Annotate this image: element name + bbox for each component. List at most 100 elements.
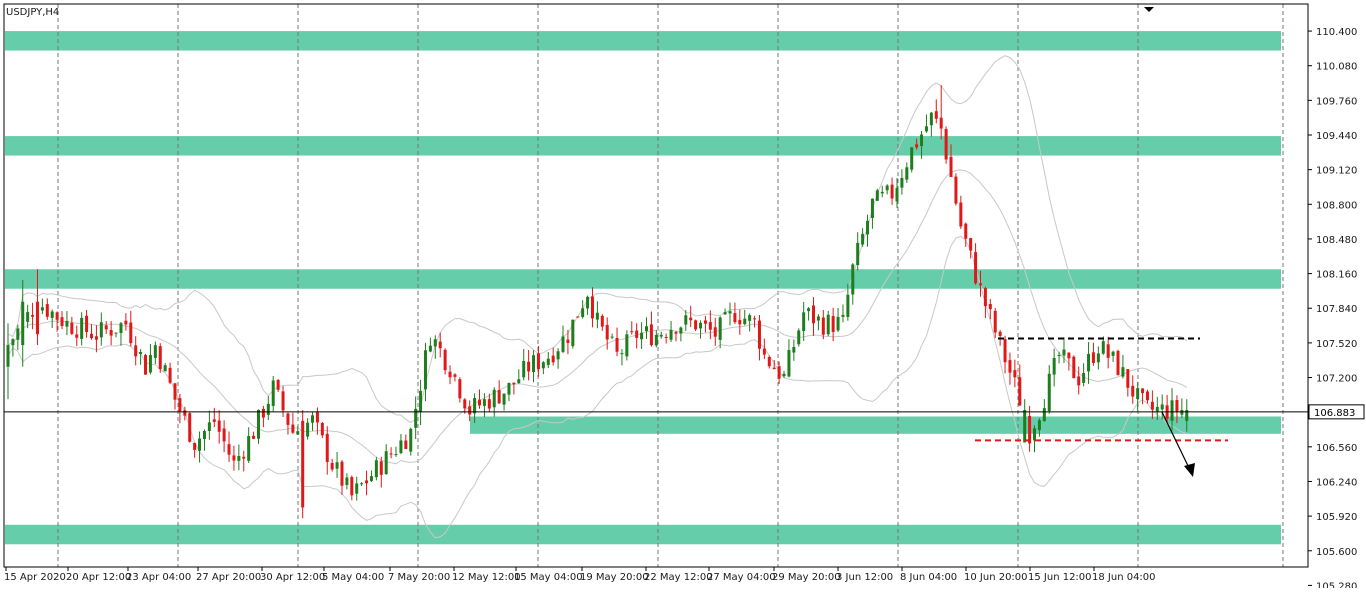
y-tick-label: 107.520 [1316,339,1357,350]
zone-band [5,524,1281,545]
bear-candle [453,374,457,377]
bull-candle [1160,404,1164,410]
y-tick-label: 108.800 [1316,200,1357,211]
bull-candle [1023,410,1027,443]
bear-candle [281,391,285,411]
bull-candle [679,327,683,334]
bull-candle [114,332,118,334]
bear-candle [536,353,540,370]
bull-candle [905,167,909,180]
bull-candle [782,373,786,377]
bull-candle [541,362,545,369]
bear-candle [1126,369,1130,388]
y-tick-label: 105.600 [1316,547,1357,558]
bear-candle [365,480,369,484]
bull-candle [80,317,84,339]
bull-candle [502,393,506,405]
bear-candle [1003,339,1007,363]
bull-candle [1033,428,1037,441]
bull-candle [1057,355,1061,357]
bear-candle [664,337,668,339]
bull-candle [271,380,275,406]
bull-candle [1121,367,1125,377]
bear-candle [276,380,280,390]
y-tick-label: 109.760 [1316,96,1357,107]
bull-candle [355,483,359,494]
bear-candle [301,420,305,508]
bull-candle [428,345,432,352]
bull-candle [517,379,521,383]
x-tick-label: 23 Apr 04:00 [126,572,191,583]
bear-candle [320,423,324,436]
bear-candle [576,316,580,318]
chart-title: USDJPY,H4 [6,7,59,18]
y-tick-label: 105.920 [1316,512,1357,523]
bull-candle [296,431,300,435]
y-tick-label: 106.560 [1316,443,1357,454]
bear-candle [939,117,943,129]
bear-candle [443,349,447,371]
x-tick-label: 7 May 20:00 [388,572,450,583]
bear-candle [1106,344,1110,358]
bear-candle [811,305,815,324]
bear-candle [703,320,707,324]
bull-candle [875,190,879,201]
bear-candle [762,348,766,355]
bull-candle [65,320,69,327]
bear-candle [487,399,491,409]
bear-candle [109,330,113,336]
bull-candle [374,460,378,478]
x-tick-label: 30 Apr 12:00 [260,572,325,583]
bear-candle [689,317,693,321]
y-tick-label: 109.440 [1316,131,1357,142]
bull-candle [885,185,889,191]
bull-candle [207,422,211,432]
bull-candle [900,177,904,188]
bear-candle [242,456,246,459]
bull-candle [423,350,427,390]
bull-candle [561,336,565,352]
bear-candle [448,371,452,378]
bull-candle [409,428,413,452]
bull-candle [473,397,477,414]
bull-candle [866,220,870,235]
bull-candle [595,312,599,320]
bear-candle [129,322,133,344]
y-tick-label: 105.280 [1316,581,1357,588]
bull-candle [669,329,673,340]
bear-candle [767,357,771,367]
bull-candle [433,339,437,347]
bull-candle [482,399,486,406]
bull-candle [394,454,398,456]
bear-candle [1077,376,1081,386]
bear-candle [227,444,231,455]
bull-candle [1037,420,1041,431]
bear-candle [315,412,319,423]
bull-candle [369,476,373,481]
bear-candle [527,361,531,372]
x-tick-label: 15 Apr 2020 [4,572,66,583]
bear-candle [983,288,987,307]
bull-candle [699,322,703,329]
bull-candle [139,352,143,354]
bear-candle [512,382,516,385]
bull-candle [247,436,251,461]
bull-candle [723,312,727,315]
x-tick-label: 20 Apr 12:00 [66,572,131,583]
bear-candle [954,176,958,204]
bear-candle [694,320,698,330]
bear-candle [75,334,79,338]
bull-candle [728,311,732,314]
bear-candle [753,318,757,320]
bear-candle [600,315,604,327]
bear-candle [738,319,742,325]
bear-candle [1028,415,1032,444]
bear-candle [944,128,948,160]
x-tick-label: 3 Jun 12:00 [836,572,893,583]
bull-candle [816,316,820,321]
bear-candle [1013,370,1017,378]
x-tick-label: 18 Jun 04:00 [1092,572,1156,583]
y-tick-label: 110.080 [1316,62,1357,73]
bear-candle [1141,388,1145,394]
bull-candle [119,323,123,333]
